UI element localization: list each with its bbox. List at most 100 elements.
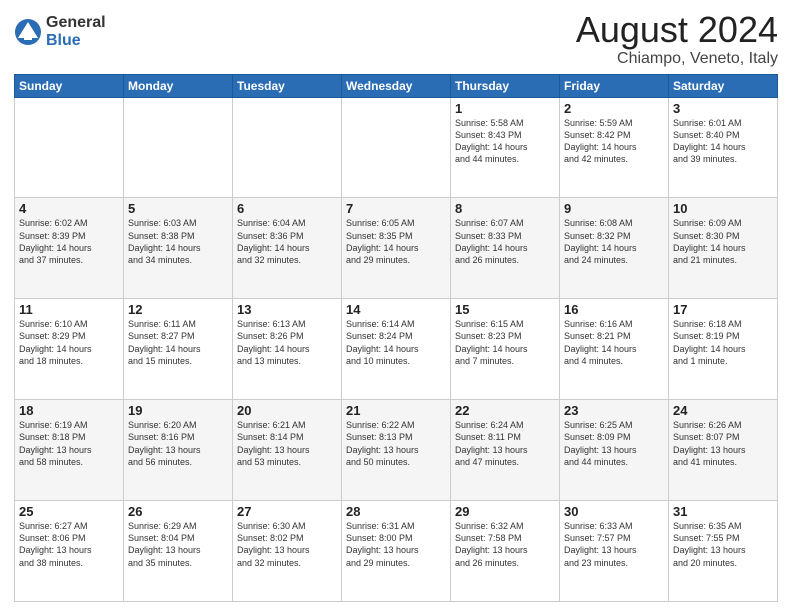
day-info: Sunrise: 6:07 AMSunset: 8:33 PMDaylight:… <box>455 217 555 266</box>
day-number: 12 <box>128 302 228 317</box>
day-info: Sunrise: 6:08 AMSunset: 8:32 PMDaylight:… <box>564 217 664 266</box>
calendar-body: 1Sunrise: 5:58 AMSunset: 8:43 PMDaylight… <box>15 97 778 601</box>
calendar-cell: 22Sunrise: 6:24 AMSunset: 8:11 PMDayligh… <box>451 400 560 501</box>
day-number: 10 <box>673 201 773 216</box>
calendar-cell: 25Sunrise: 6:27 AMSunset: 8:06 PMDayligh… <box>15 501 124 602</box>
day-number: 1 <box>455 101 555 116</box>
day-number: 8 <box>455 201 555 216</box>
weekday-header-sunday: Sunday <box>15 74 124 97</box>
day-info: Sunrise: 6:03 AMSunset: 8:38 PMDaylight:… <box>128 217 228 266</box>
day-info: Sunrise: 6:32 AMSunset: 7:58 PMDaylight:… <box>455 520 555 569</box>
day-info: Sunrise: 6:16 AMSunset: 8:21 PMDaylight:… <box>564 318 664 367</box>
day-info: Sunrise: 6:20 AMSunset: 8:16 PMDaylight:… <box>128 419 228 468</box>
day-info: Sunrise: 5:58 AMSunset: 8:43 PMDaylight:… <box>455 117 555 166</box>
day-info: Sunrise: 6:04 AMSunset: 8:36 PMDaylight:… <box>237 217 337 266</box>
calendar-cell: 12Sunrise: 6:11 AMSunset: 8:27 PMDayligh… <box>124 299 233 400</box>
day-number: 19 <box>128 403 228 418</box>
day-info: Sunrise: 6:13 AMSunset: 8:26 PMDaylight:… <box>237 318 337 367</box>
calendar-cell: 29Sunrise: 6:32 AMSunset: 7:58 PMDayligh… <box>451 501 560 602</box>
calendar-cell: 1Sunrise: 5:58 AMSunset: 8:43 PMDaylight… <box>451 97 560 198</box>
logo-general-label: General <box>46 14 106 32</box>
calendar-cell: 16Sunrise: 6:16 AMSunset: 8:21 PMDayligh… <box>560 299 669 400</box>
calendar-week-3: 11Sunrise: 6:10 AMSunset: 8:29 PMDayligh… <box>15 299 778 400</box>
day-info: Sunrise: 5:59 AMSunset: 8:42 PMDaylight:… <box>564 117 664 166</box>
calendar-cell: 20Sunrise: 6:21 AMSunset: 8:14 PMDayligh… <box>233 400 342 501</box>
day-number: 3 <box>673 101 773 116</box>
logo-icon <box>14 18 42 46</box>
day-number: 9 <box>564 201 664 216</box>
day-number: 16 <box>564 302 664 317</box>
calendar-cell <box>124 97 233 198</box>
weekday-header-tuesday: Tuesday <box>233 74 342 97</box>
day-info: Sunrise: 6:30 AMSunset: 8:02 PMDaylight:… <box>237 520 337 569</box>
day-info: Sunrise: 6:27 AMSunset: 8:06 PMDaylight:… <box>19 520 119 569</box>
calendar-cell: 21Sunrise: 6:22 AMSunset: 8:13 PMDayligh… <box>342 400 451 501</box>
calendar-cell: 31Sunrise: 6:35 AMSunset: 7:55 PMDayligh… <box>669 501 778 602</box>
weekday-header-saturday: Saturday <box>669 74 778 97</box>
day-number: 11 <box>19 302 119 317</box>
day-info: Sunrise: 6:15 AMSunset: 8:23 PMDaylight:… <box>455 318 555 367</box>
calendar-cell: 5Sunrise: 6:03 AMSunset: 8:38 PMDaylight… <box>124 198 233 299</box>
calendar-cell: 8Sunrise: 6:07 AMSunset: 8:33 PMDaylight… <box>451 198 560 299</box>
calendar-cell: 9Sunrise: 6:08 AMSunset: 8:32 PMDaylight… <box>560 198 669 299</box>
calendar-cell <box>342 97 451 198</box>
day-number: 27 <box>237 504 337 519</box>
day-number: 5 <box>128 201 228 216</box>
weekday-header-wednesday: Wednesday <box>342 74 451 97</box>
calendar-cell: 14Sunrise: 6:14 AMSunset: 8:24 PMDayligh… <box>342 299 451 400</box>
month-title: August 2024 <box>576 10 778 50</box>
calendar-cell: 19Sunrise: 6:20 AMSunset: 8:16 PMDayligh… <box>124 400 233 501</box>
day-info: Sunrise: 6:33 AMSunset: 7:57 PMDaylight:… <box>564 520 664 569</box>
day-number: 20 <box>237 403 337 418</box>
day-number: 14 <box>346 302 446 317</box>
calendar-cell: 30Sunrise: 6:33 AMSunset: 7:57 PMDayligh… <box>560 501 669 602</box>
calendar-cell: 24Sunrise: 6:26 AMSunset: 8:07 PMDayligh… <box>669 400 778 501</box>
weekday-header-thursday: Thursday <box>451 74 560 97</box>
calendar-cell: 15Sunrise: 6:15 AMSunset: 8:23 PMDayligh… <box>451 299 560 400</box>
day-number: 30 <box>564 504 664 519</box>
calendar-cell: 17Sunrise: 6:18 AMSunset: 8:19 PMDayligh… <box>669 299 778 400</box>
day-info: Sunrise: 6:18 AMSunset: 8:19 PMDaylight:… <box>673 318 773 367</box>
logo-text: General Blue <box>46 14 106 49</box>
day-info: Sunrise: 6:14 AMSunset: 8:24 PMDaylight:… <box>346 318 446 367</box>
weekday-row: SundayMondayTuesdayWednesdayThursdayFrid… <box>15 74 778 97</box>
calendar-cell <box>15 97 124 198</box>
calendar-cell: 2Sunrise: 5:59 AMSunset: 8:42 PMDaylight… <box>560 97 669 198</box>
day-info: Sunrise: 6:35 AMSunset: 7:55 PMDaylight:… <box>673 520 773 569</box>
day-info: Sunrise: 6:02 AMSunset: 8:39 PMDaylight:… <box>19 217 119 266</box>
day-info: Sunrise: 6:24 AMSunset: 8:11 PMDaylight:… <box>455 419 555 468</box>
day-number: 28 <box>346 504 446 519</box>
calendar-cell: 11Sunrise: 6:10 AMSunset: 8:29 PMDayligh… <box>15 299 124 400</box>
logo: General Blue <box>14 14 106 49</box>
day-info: Sunrise: 6:09 AMSunset: 8:30 PMDaylight:… <box>673 217 773 266</box>
calendar-cell: 4Sunrise: 6:02 AMSunset: 8:39 PMDaylight… <box>15 198 124 299</box>
calendar: SundayMondayTuesdayWednesdayThursdayFrid… <box>14 74 778 602</box>
day-info: Sunrise: 6:29 AMSunset: 8:04 PMDaylight:… <box>128 520 228 569</box>
day-number: 21 <box>346 403 446 418</box>
day-number: 24 <box>673 403 773 418</box>
day-number: 7 <box>346 201 446 216</box>
day-number: 2 <box>564 101 664 116</box>
title-block: August 2024 Chiampo, Veneto, Italy <box>576 10 778 68</box>
day-info: Sunrise: 6:11 AMSunset: 8:27 PMDaylight:… <box>128 318 228 367</box>
day-number: 15 <box>455 302 555 317</box>
day-number: 13 <box>237 302 337 317</box>
calendar-week-4: 18Sunrise: 6:19 AMSunset: 8:18 PMDayligh… <box>15 400 778 501</box>
day-number: 26 <box>128 504 228 519</box>
header: General Blue August 2024 Chiampo, Veneto… <box>14 10 778 68</box>
day-number: 25 <box>19 504 119 519</box>
calendar-cell: 28Sunrise: 6:31 AMSunset: 8:00 PMDayligh… <box>342 501 451 602</box>
day-info: Sunrise: 6:01 AMSunset: 8:40 PMDaylight:… <box>673 117 773 166</box>
calendar-week-2: 4Sunrise: 6:02 AMSunset: 8:39 PMDaylight… <box>15 198 778 299</box>
calendar-cell: 3Sunrise: 6:01 AMSunset: 8:40 PMDaylight… <box>669 97 778 198</box>
day-info: Sunrise: 6:22 AMSunset: 8:13 PMDaylight:… <box>346 419 446 468</box>
weekday-header-friday: Friday <box>560 74 669 97</box>
location-title: Chiampo, Veneto, Italy <box>576 50 778 68</box>
calendar-cell: 13Sunrise: 6:13 AMSunset: 8:26 PMDayligh… <box>233 299 342 400</box>
day-info: Sunrise: 6:31 AMSunset: 8:00 PMDaylight:… <box>346 520 446 569</box>
day-number: 23 <box>564 403 664 418</box>
weekday-header-monday: Monday <box>124 74 233 97</box>
calendar-header: SundayMondayTuesdayWednesdayThursdayFrid… <box>15 74 778 97</box>
day-info: Sunrise: 6:21 AMSunset: 8:14 PMDaylight:… <box>237 419 337 468</box>
calendar-cell: 26Sunrise: 6:29 AMSunset: 8:04 PMDayligh… <box>124 501 233 602</box>
